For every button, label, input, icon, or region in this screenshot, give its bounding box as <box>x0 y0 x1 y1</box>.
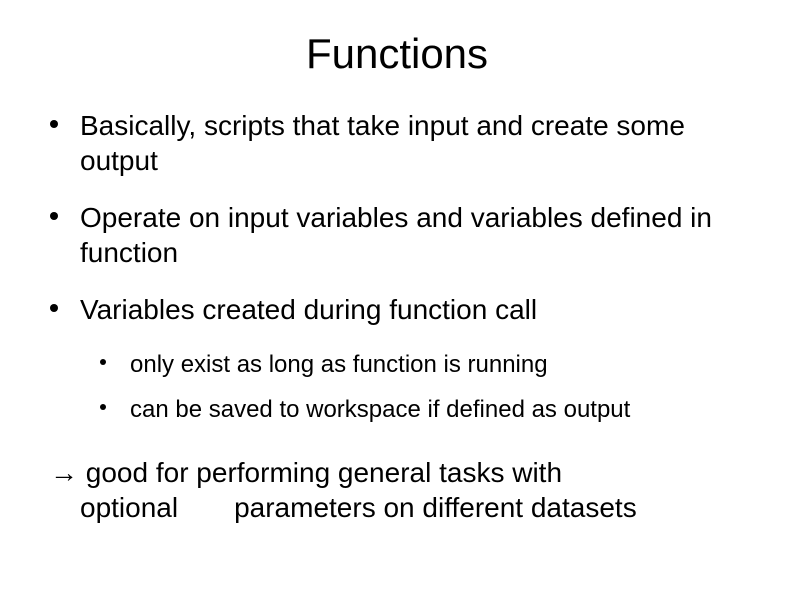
sub-bullet-item: can be saved to workspace if defined as … <box>100 394 744 425</box>
slide-container: Functions Basically, scripts that take i… <box>0 0 794 595</box>
bullet-item: Operate on input variables and variables… <box>50 200 744 270</box>
conclusion-line2: optional parameters on different dataset… <box>50 490 744 525</box>
sub-bullet-text: can be saved to workspace if defined as … <box>130 396 630 423</box>
bullet-item: Variables created during function call o… <box>50 292 744 425</box>
sub-bullet-text: only exist as long as function is runnin… <box>130 351 548 378</box>
conclusion-text: → good for performing general tasks with… <box>50 455 744 525</box>
slide-title: Functions <box>50 30 744 78</box>
bullet-text: Operate on input variables and variables… <box>80 202 712 268</box>
sub-bullet-item: only exist as long as function is runnin… <box>100 349 744 380</box>
bullet-item: Basically, scripts that take input and c… <box>50 108 744 178</box>
bullet-text: Variables created during function call <box>80 294 537 325</box>
main-bullet-list: Basically, scripts that take input and c… <box>50 108 744 425</box>
bullet-text: Basically, scripts that take input and c… <box>80 110 685 176</box>
conclusion-line1: good for performing general tasks with <box>78 457 562 488</box>
sub-bullet-list: only exist as long as function is runnin… <box>80 349 744 425</box>
arrow-icon: → <box>50 457 78 488</box>
